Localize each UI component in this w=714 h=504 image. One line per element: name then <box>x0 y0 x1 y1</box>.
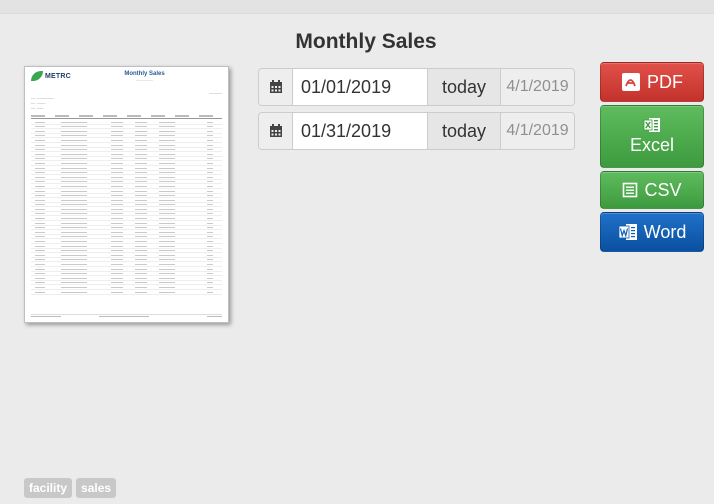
start-date-group: today 4/1/2019 <box>258 68 575 106</box>
export-pdf-label: PDF <box>647 71 683 92</box>
report-table <box>31 114 222 295</box>
excel-icon <box>643 117 661 133</box>
export-word-button[interactable]: Word <box>600 212 704 252</box>
start-date-hint: 4/1/2019 <box>501 69 574 105</box>
tag-list: facility sales <box>24 478 117 498</box>
start-date-input[interactable] <box>293 69 427 105</box>
brand-name: METRC <box>45 72 71 80</box>
report-title-block: Monthly Sales ──────── <box>89 71 200 82</box>
pdf-icon <box>621 72 641 92</box>
calendar-icon[interactable] <box>259 113 293 149</box>
leaf-icon <box>31 71 43 81</box>
report-subtitle-lines: ──────── <box>135 78 153 82</box>
word-icon <box>618 223 638 241</box>
tag-sales[interactable]: sales <box>76 478 117 498</box>
tag-facility[interactable]: facility <box>24 478 73 498</box>
csv-icon <box>622 182 638 198</box>
export-excel-label: Excel <box>629 135 674 155</box>
report-meta: ────── ── ──────── ── ──── ── ─── <box>31 91 222 110</box>
top-bar <box>0 0 714 14</box>
end-date-group: today 4/1/2019 <box>258 112 575 150</box>
start-today-button[interactable]: today <box>427 69 501 105</box>
report-header: METRC Monthly Sales ──────── <box>31 71 222 93</box>
report-footer <box>31 314 222 317</box>
export-word-label: Word <box>643 221 687 242</box>
end-today-button[interactable]: today <box>427 113 501 149</box>
page-title: Monthly Sales <box>295 30 437 53</box>
export-excel-button[interactable]: Excel <box>600 105 704 168</box>
report-table-row <box>31 289 222 295</box>
end-date-hint: 4/1/2019 <box>501 113 574 149</box>
export-csv-label: CSV <box>644 179 682 200</box>
calendar-icon[interactable] <box>259 69 293 105</box>
report-title: Monthly Sales <box>124 71 165 77</box>
report-table-header <box>31 114 222 119</box>
export-pdf-button[interactable]: PDF <box>600 62 704 102</box>
export-csv-button[interactable]: CSV <box>600 171 704 209</box>
metrc-logo: METRC <box>31 71 89 81</box>
end-date-input[interactable] <box>293 113 427 149</box>
report-preview-thumbnail[interactable]: METRC Monthly Sales ──────── ────── ── ─… <box>24 66 229 323</box>
